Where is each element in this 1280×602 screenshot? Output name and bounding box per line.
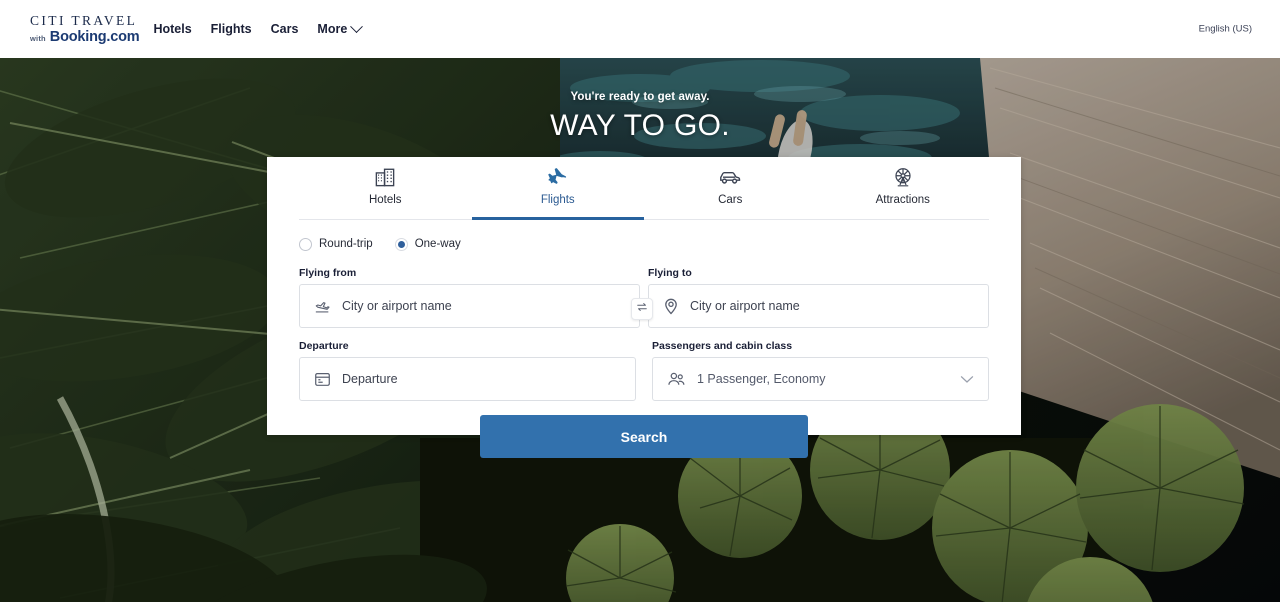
flying-to-label: Flying to [648,267,692,279]
nav-link-flights[interactable]: Flights [211,22,252,36]
radio-one-way-control[interactable] [394,237,408,251]
hero-banner: You're ready to get away. WAY TO GO. Hot… [0,58,1280,602]
passengers-group: Passengers and cabin class 1 Passenger, … [652,340,989,401]
hotel-icon [374,166,396,188]
tab-attractions[interactable]: Attractions [817,157,990,219]
ferris-wheel-icon [892,166,914,188]
flying-from-placeholder: City or airport name [342,299,452,313]
departure-placeholder: Departure [342,372,398,386]
search-tabs: Hotels Flights Cars Attractions [299,157,989,220]
nav-more-label: More [317,22,348,36]
page-root: CITI TRAVEL with Booking.com Hotels Flig… [0,0,1280,602]
tab-flights[interactable]: Flights [471,157,645,220]
radio-round-trip-control[interactable] [299,237,312,251]
passengers-label: Passengers and cabin class [652,340,793,352]
location-pin-icon [663,297,679,315]
tab-attractions-label: Attractions [875,194,930,206]
tab-cars-label: Cars [718,194,743,206]
passengers-cabin-select[interactable]: 1 Passenger, Economy [652,357,989,401]
car-icon [718,166,742,188]
language-selector[interactable]: English (US) [1199,24,1252,35]
radio-one-way[interactable]: One-way [394,237,461,251]
logo-booking-text: Booking.com [49,28,140,45]
site-header: CITI TRAVEL with Booking.com Hotels Flig… [0,0,1280,58]
flying-from-input[interactable]: City or airport name [299,284,640,328]
plane-icon [546,166,569,188]
flying-to-input[interactable]: City or airport name [648,284,989,328]
passengers-icon [667,371,686,387]
primary-nav: Hotels Flights Cars More [153,19,364,36]
tab-cars[interactable]: Cars [644,157,817,219]
departure-label: Departure [299,340,349,352]
passengers-value: 1 Passenger, Economy [697,372,826,386]
departure-group: Departure Departure [299,340,636,401]
trip-type-group: Round-trip One-way [299,233,989,255]
tab-hotels-label: Hotels [368,194,402,206]
flight-search-form: Round-trip One-way Flying from City or a… [267,220,1021,401]
logo-with-text: with [30,33,46,43]
flying-to-group: Flying to City or airport name [648,267,989,328]
logo-citi-travel-text: CITI TRAVEL [30,13,138,28]
nav-link-hotels[interactable]: Hotels [153,22,191,36]
swap-locations-button[interactable] [631,298,653,320]
search-button[interactable]: Search [480,415,808,458]
tab-flights-label: Flights [540,194,575,206]
radio-round-trip-label: Round-trip [319,238,373,250]
nav-link-cars[interactable]: Cars [271,22,299,36]
chevron-down-icon [350,19,364,33]
search-card: Hotels Flights Cars Attractions Round-tr… [267,157,1021,435]
tab-hotels[interactable]: Hotels [299,157,472,219]
departure-date-input[interactable]: Departure [299,357,636,401]
radio-one-way-label: One-way [414,238,461,250]
logo-booking-row: with Booking.com [30,28,140,45]
plane-takeoff-icon [314,299,331,314]
flying-from-group: Flying from City or airport name [299,267,640,328]
origin-destination-row: Flying from City or airport name Flying … [299,267,989,328]
chevron-down-icon[interactable] [960,375,974,384]
date-passengers-row: Departure Departure Passengers and cabin… [299,340,989,401]
radio-round-trip[interactable]: Round-trip [299,237,373,251]
swap-arrows-icon [636,300,648,318]
citi-travel-logo[interactable]: CITI TRAVEL with Booking.com [30,13,140,45]
nav-link-more[interactable]: More [317,19,364,36]
flying-from-label: Flying from [299,267,357,279]
flying-to-placeholder: City or airport name [690,299,800,313]
calendar-icon [314,371,331,387]
